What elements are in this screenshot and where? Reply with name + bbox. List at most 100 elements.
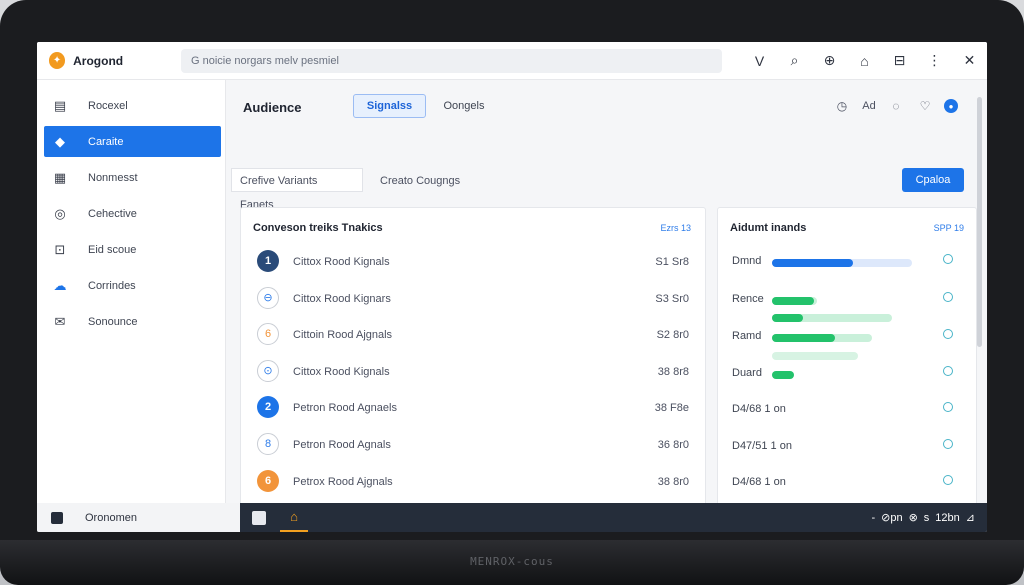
window-icon (51, 511, 63, 524)
audience-card-title: Aidumt inands (730, 222, 807, 234)
chat-icon[interactable]: ◌ (887, 97, 905, 115)
row-label: Cittox Rood Kignals (293, 365, 390, 378)
sidebar: ▤ Rocexel ◆ Caraite ▦ Nonmesst ◎ Cehective ⊡ Eid … (37, 80, 226, 503)
scrollbar[interactable] (977, 97, 982, 347)
search-icon[interactable]: ⌕ (777, 42, 812, 80)
filter-creative-variants[interactable]: Crefive Variants Fanets (231, 168, 363, 211)
status-indicator-icon[interactable] (943, 438, 953, 449)
row-label: Cittox Rood Kignals (293, 256, 390, 268)
table-row[interactable]: ⊙ Cittox Rood Kignals 38 8r8 (241, 354, 705, 390)
info-icon[interactable]: ● (944, 99, 958, 113)
row-value: 38 F8e (654, 402, 689, 415)
bar-track (772, 297, 817, 305)
sidebar-item-1[interactable]: ◆ Caraite (44, 126, 221, 157)
taskbar: Oronomen ⌂ - ⊘pn ⊗ s 12bn ⊿ (37, 503, 987, 532)
document-icon: ▤ (53, 97, 67, 113)
device-label: MENROX-cous (470, 555, 554, 568)
status-indicator-icon[interactable] (943, 254, 953, 264)
tray-item-0[interactable]: - (871, 512, 875, 524)
conversion-card: Conveson treiks Tnakics Ezrs 13 1 Cittox … (240, 207, 706, 529)
create-button[interactable]: Cpaloa (902, 168, 964, 192)
close-icon[interactable]: ✕ (952, 42, 987, 80)
app-name: Arogond (73, 53, 124, 68)
cloud-icon: ☁ (53, 277, 67, 293)
taskbar-window-icon[interactable] (252, 510, 266, 525)
row-value: 38 8r8 (657, 365, 689, 378)
more-icon[interactable]: ⋮ (917, 42, 952, 80)
bar-label: Dmnd (732, 255, 762, 267)
heart-icon[interactable]: ♡ (916, 97, 934, 115)
bar-row[interactable]: Dmnd (718, 250, 976, 287)
tray-item-2[interactable]: ⊗ (909, 511, 918, 524)
audience-card-link[interactable]: SPP 19 (934, 223, 964, 233)
tab-signals[interactable]: Signalss (353, 94, 426, 118)
mail-icon: ✉ (54, 313, 66, 329)
bar-row[interactable]: Duard (718, 362, 976, 399)
row-badge: 6 (257, 323, 279, 346)
screen: ✦ Arogond G noicie norgars melv pesmiel … (37, 42, 987, 532)
bar-label: Duard (732, 367, 762, 379)
taskbar-app-icon[interactable]: ⌂ (280, 503, 308, 532)
zoom-icon[interactable]: ⊕ (812, 42, 847, 80)
bar-fill (772, 259, 854, 267)
conversion-card-title: Conveson treiks Tnakics (253, 222, 383, 234)
bar-track (772, 259, 912, 267)
table-row[interactable]: 2 Petron Rood Agnaels 38 F8e (241, 390, 705, 426)
row-label: Cittox Rood Kignars (293, 292, 391, 305)
row-value: 38 8r0 (657, 475, 689, 488)
status-indicator-icon[interactable] (943, 475, 953, 485)
tray-item-5[interactable]: ⊿ (966, 511, 975, 524)
clock-icon[interactable]: ◷ (833, 97, 851, 115)
row-text: D4/68 1 on (732, 403, 786, 415)
text-row[interactable]: D4/68 1 on (718, 398, 976, 435)
status-indicator-icon[interactable] (943, 329, 953, 339)
tray-item-1[interactable]: ⊘pn (881, 511, 902, 524)
target-icon: ◎ (54, 205, 66, 221)
sidebar-item-0[interactable]: ▤ Rocexel (44, 90, 221, 121)
title-bar: ✦ Arogond G noicie norgars melv pesmiel … (37, 42, 987, 80)
taskbar-label: Oronomen (85, 511, 137, 524)
search-input[interactable]: G noicie norgars melv pesmiel (180, 48, 722, 73)
bar-fill (772, 334, 835, 342)
row-label: Petron Rood Agnaels (293, 402, 397, 415)
table-row[interactable]: 6 Petrox Rood Ajgnals 38 8r0 (241, 464, 705, 500)
table-row[interactable]: 1 Cittox Rood Kignals S1 Sr8 (241, 244, 705, 280)
status-indicator-icon[interactable] (943, 292, 953, 302)
check-icon[interactable]: V (742, 42, 777, 80)
tab-oongels[interactable]: Oongels (432, 94, 496, 118)
home-icon[interactable]: ⌂ (847, 42, 882, 80)
sidebar-item-label: Caraite (88, 135, 124, 148)
bar-label: Ramd (732, 330, 762, 342)
sidebar-item-4[interactable]: ⊡ Eid scoue (44, 234, 221, 265)
ad-icon[interactable]: Ad (860, 97, 878, 115)
taskbar-start[interactable]: Oronomen (37, 503, 240, 532)
status-indicator-icon[interactable] (943, 366, 953, 376)
print-icon[interactable]: ⊟ (882, 42, 917, 80)
row-badge: 8 (257, 433, 279, 455)
sidebar-item-5[interactable]: ☁ Corrindes (44, 270, 221, 301)
tray-item-4[interactable]: 12bn (935, 512, 959, 524)
tray-item-3[interactable]: s (924, 512, 930, 524)
main-content: Audience Signalss Oongels ◷ Ad ◌ ♡ ● Crefive… (227, 80, 987, 529)
filter-create-coungs[interactable]: Creato Cougngs (371, 168, 477, 192)
calculator-icon: ▦ (53, 169, 67, 185)
toolbar-icons: V ⌕ ⊕ ⌂ ⊟ ⋮ ✕ (742, 42, 987, 80)
bar-fill (772, 314, 803, 322)
conversion-card-link[interactable]: Ezrs 13 (660, 223, 691, 233)
row-badge: 1 (257, 250, 279, 272)
table-row[interactable]: ⊖ Cittox Rood Kignars S3 Sr0 (241, 281, 705, 317)
table-row[interactable]: 8 Petron Rood Agnals 36 8r0 (241, 427, 705, 463)
sidebar-item-label: Cehective (88, 207, 137, 220)
table-row[interactable]: 6 Cittoin Rood Ajgnals S2 8r0 (241, 317, 705, 353)
sidebar-item-6[interactable]: ✉ Sonounce (44, 306, 221, 337)
row-value: S1 Sr8 (655, 256, 689, 268)
status-indicator-icon[interactable] (943, 402, 953, 412)
row-value: S2 8r0 (656, 329, 689, 342)
sidebar-item-2[interactable]: ▦ Nonmesst (44, 162, 221, 193)
sidebar-item-label: Sonounce (88, 315, 138, 328)
sidebar-item-3[interactable]: ◎ Cehective (44, 198, 221, 229)
row-badge: ⊖ (257, 286, 279, 309)
text-row[interactable]: D47/51 1 on (718, 435, 976, 472)
row-value: S3 Sr0 (655, 292, 689, 305)
sidebar-item-label: Eid scoue (88, 243, 137, 256)
